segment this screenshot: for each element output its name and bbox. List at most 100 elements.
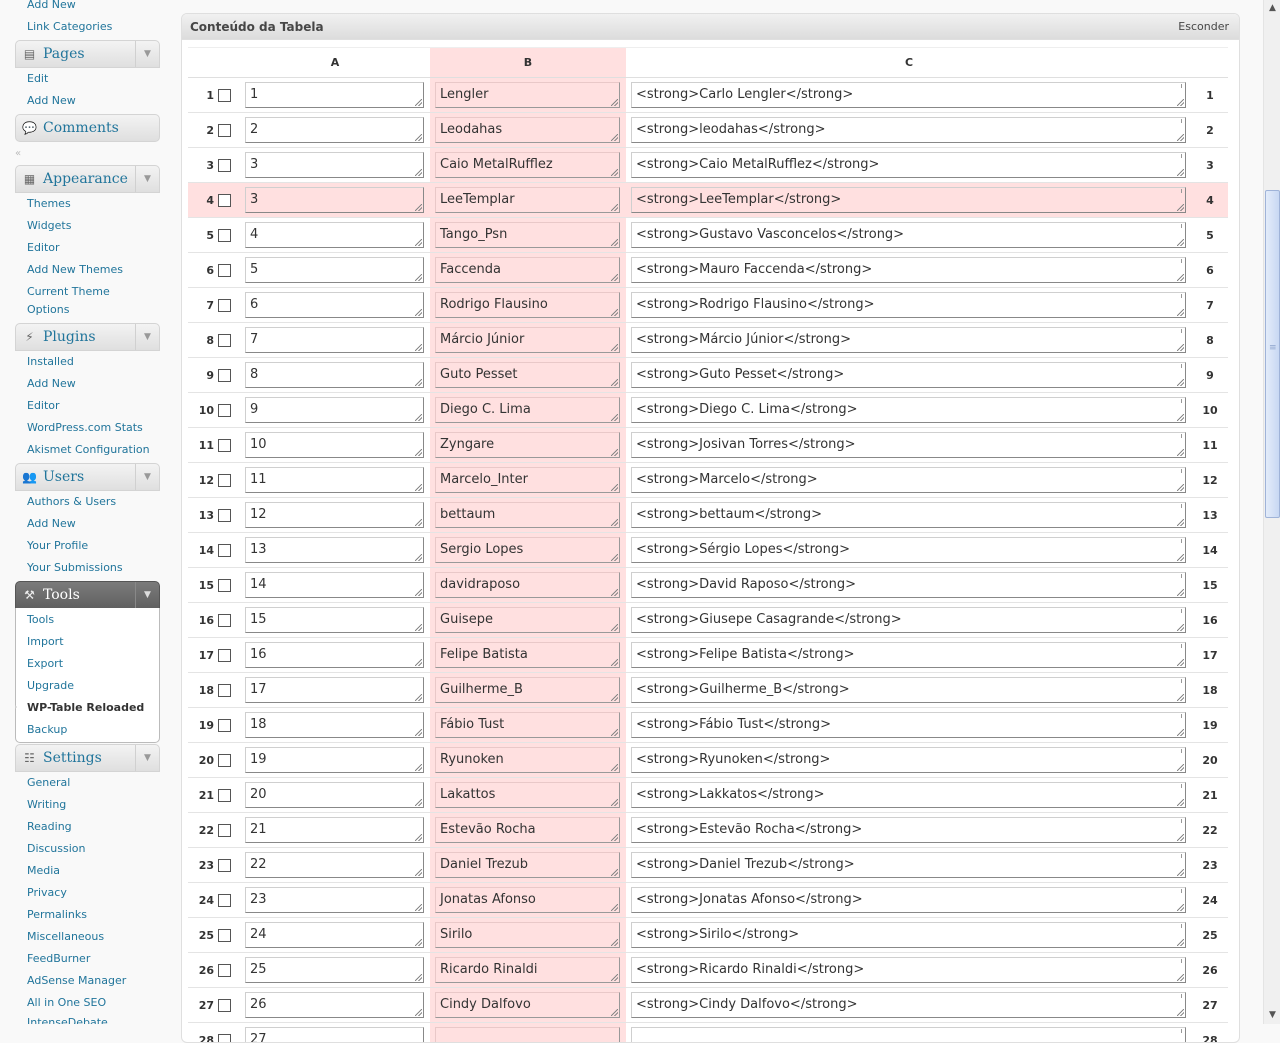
cell-c-input[interactable]: <strong>Diego C. Lima</strong> [631,397,1186,423]
cell-b-input[interactable]: Jonatas Afonso [435,887,620,913]
sidebar-link-discussion[interactable]: Discussion [27,842,86,856]
row-checkbox[interactable] [218,474,231,487]
cell-b-input[interactable]: Sirilo [435,922,620,948]
cell-c-input[interactable]: <strong>Ryunoken</strong> [631,747,1186,773]
cell-b-input[interactable]: Diego C. Lima [435,397,620,423]
cell-b-input[interactable]: Cindy Dalfovo [435,992,620,1018]
sidebar-link-your-submissions[interactable]: Your Submissions [27,561,123,575]
cell-a-input[interactable]: 27 [245,1027,424,1043]
chevron-down-icon[interactable]: ▼ [135,41,159,67]
row-checkbox[interactable] [218,299,231,312]
cell-c-input[interactable]: <strong>Mauro Faccenda</strong> [631,257,1186,283]
cell-c-input[interactable]: <strong>Guto Pesset</strong> [631,362,1186,388]
cell-c-input[interactable]: <strong>Rodrigo Flausino</strong> [631,292,1186,318]
row-checkbox[interactable] [218,369,231,382]
cell-a-input[interactable]: 4 [245,222,424,248]
row-checkbox[interactable] [218,894,231,907]
row-checkbox[interactable] [218,649,231,662]
sidebar-link-plugins-editor[interactable]: Editor [27,399,60,413]
cell-c-input[interactable]: <strong>Marcelo</strong> [631,467,1186,493]
menu-header-users[interactable]: 👥 Users ▼ [15,463,160,491]
menu-header-tools[interactable]: ⚒ Tools ▼ [15,581,160,609]
row-checkbox[interactable] [218,89,231,102]
sidebar-link-tools[interactable]: Tools [27,613,54,627]
sidebar-link-privacy[interactable]: Privacy [27,886,67,900]
cell-a-input[interactable]: 11 [245,467,424,493]
cell-a-input[interactable]: 15 [245,607,424,633]
cell-c-input[interactable]: <strong>Gustavo Vasconcelos</strong> [631,222,1186,248]
sidebar-link-adsense-manager[interactable]: AdSense Manager [27,974,126,988]
sidebar-link-widgets[interactable]: Widgets [27,219,71,233]
cell-a-input[interactable]: 5 [245,257,424,283]
cell-b-input[interactable]: Guisepe [435,607,620,633]
row-checkbox[interactable] [218,964,231,977]
cell-c-input[interactable] [631,1027,1186,1043]
sidebar-link-export[interactable]: Export [27,657,63,671]
row-checkbox[interactable] [218,719,231,732]
row-checkbox[interactable] [218,754,231,767]
row-checkbox[interactable] [218,229,231,242]
row-checkbox[interactable] [218,194,231,207]
sidebar-link-permalinks[interactable]: Permalinks [27,908,87,922]
row-checkbox[interactable] [218,124,231,137]
cell-b-input[interactable]: Márcio Júnior [435,327,620,353]
sidebar-link-authors-users[interactable]: Authors & Users [27,495,116,509]
cell-a-input[interactable]: 2 [245,117,424,143]
scroll-up-arrow-icon[interactable]: ▲ [1264,0,1280,17]
cell-b-input[interactable]: Zyngare [435,432,620,458]
row-checkbox[interactable] [218,334,231,347]
cell-b-input[interactable]: Faccenda [435,257,620,283]
menu-header-plugins[interactable]: ⚡ Plugins ▼ [15,323,160,351]
sidebar-link-wordpress-stats[interactable]: WordPress.com Stats [27,421,143,435]
cell-b-input[interactable]: davidraposo [435,572,620,598]
cell-a-input[interactable]: 16 [245,642,424,668]
sidebar-link-pages-add-new[interactable]: Add New [27,94,76,108]
cell-a-input[interactable]: 23 [245,887,424,913]
cell-a-input[interactable]: 21 [245,817,424,843]
sidebar-link-add-new-link[interactable]: Add New [27,0,76,12]
sidebar-link-backup[interactable]: Backup [27,723,67,737]
cell-a-input[interactable]: 13 [245,537,424,563]
cell-c-input[interactable]: <strong>Cindy Dalfovo</strong> [631,992,1186,1018]
menu-header-pages[interactable]: ▤ Pages ▼ [15,40,160,68]
chevron-down-icon[interactable]: ▼ [135,582,159,608]
cell-b-input[interactable]: Daniel Trezub [435,852,620,878]
scroll-down-arrow-icon[interactable]: ▼ [1264,1007,1280,1024]
cell-b-input[interactable] [435,1027,620,1043]
cell-c-input[interactable]: <strong>David Raposo</strong> [631,572,1186,598]
cell-b-input[interactable]: Guilherme_B [435,677,620,703]
sidebar-link-current-theme[interactable]: Current Theme [27,285,110,299]
cell-a-input[interactable]: 18 [245,712,424,738]
cell-c-input[interactable]: <strong>Estevão Rocha</strong> [631,817,1186,843]
cell-b-input[interactable]: Rodrigo Flausino [435,292,620,318]
sidebar-link-pages-edit[interactable]: Edit [27,72,48,86]
sidebar-link-current-theme-options[interactable]: Options [27,303,69,317]
sidebar-link-reading[interactable]: Reading [27,820,72,834]
chevron-down-icon[interactable]: ▼ [135,166,159,192]
cell-c-input[interactable]: <strong>bettaum</strong> [631,502,1186,528]
cell-c-input[interactable]: <strong>LeeTemplar</strong> [631,187,1186,213]
cell-a-input[interactable]: 22 [245,852,424,878]
cell-a-input[interactable]: 26 [245,992,424,1018]
row-checkbox[interactable] [218,614,231,627]
sidebar-link-wp-table-reloaded[interactable]: WP-Table Reloaded [27,701,144,715]
cell-a-input[interactable]: 12 [245,502,424,528]
cell-c-input[interactable]: <strong>Fábio Tust</strong> [631,712,1186,738]
cell-b-input[interactable]: Guto Pesset [435,362,620,388]
cell-a-input[interactable]: 3 [245,152,424,178]
cell-a-input[interactable]: 10 [245,432,424,458]
sidebar-link-themes[interactable]: Themes [27,197,71,211]
cell-b-input[interactable]: Marcelo_Inter [435,467,620,493]
row-checkbox[interactable] [218,789,231,802]
cell-b-input[interactable]: Leodahas [435,117,620,143]
sidebar-link-add-new-themes[interactable]: Add New Themes [27,263,123,277]
sidebar-link-writing[interactable]: Writing [27,798,66,812]
row-checkbox[interactable] [218,824,231,837]
sidebar-link-general[interactable]: General [27,776,70,790]
row-checkbox[interactable] [218,579,231,592]
row-checkbox[interactable] [218,509,231,522]
sidebar-link-feedburner[interactable]: FeedBurner [27,952,90,966]
cell-c-input[interactable]: <strong>Carlo Lengler</strong> [631,82,1186,108]
cell-a-input[interactable]: 20 [245,782,424,808]
sidebar-link-link-categories[interactable]: Link Categories [27,20,112,34]
